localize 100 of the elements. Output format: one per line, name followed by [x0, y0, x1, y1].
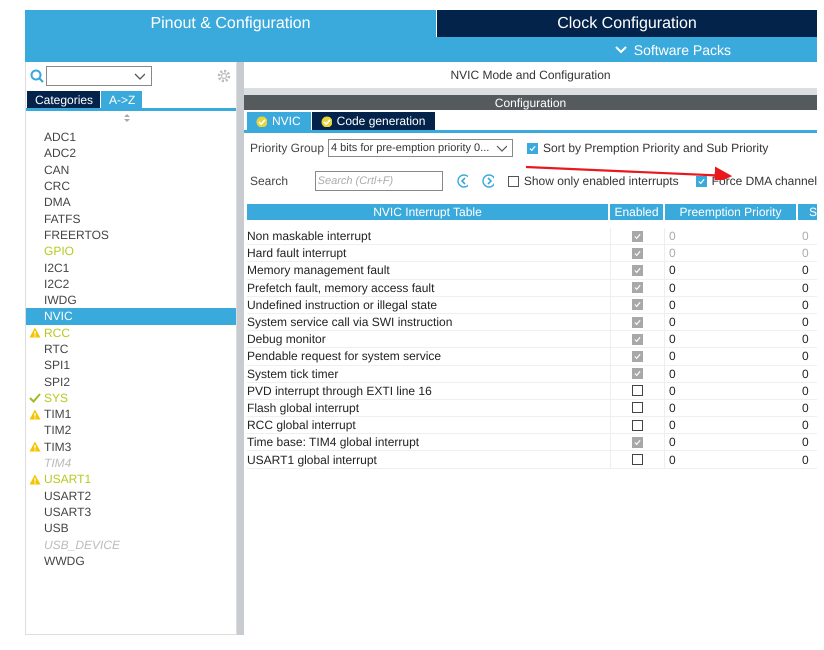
sidebar-item[interactable]: SPI1 [26, 357, 236, 374]
sidebar-item[interactable]: ADC2 [26, 145, 236, 162]
table-cell-text: 0 [801, 348, 810, 364]
checkbox-label: Sort by Premption Priority and Sub Priority [543, 141, 768, 155]
table-cell-text: 0 [668, 452, 677, 468]
table-cell-text: 0 [668, 400, 677, 416]
field-label: Priority Group [250, 141, 326, 155]
checkbox[interactable] [632, 230, 643, 242]
table-cell-text: Non maskable interrupt [247, 228, 372, 244]
checkbox[interactable] [632, 368, 643, 380]
sidebar-item[interactable]: TIM2 [26, 422, 236, 439]
tab[interactable]: Code generation [312, 112, 436, 130]
table-cell-text: 0 [801, 296, 810, 313]
table-cell-text: Memory management fault [247, 262, 391, 279]
checkbox[interactable] [527, 142, 538, 154]
table-cell-text: 0 [668, 366, 677, 382]
table-cell-text: 0 [668, 314, 677, 330]
sidebar-item[interactable]: CAN [26, 162, 236, 178]
section-header: Configuration [244, 95, 817, 110]
table-cell-text: 0 [668, 245, 677, 262]
checkbox[interactable] [632, 436, 643, 448]
table-cell-text: Hard fault interrupt [247, 245, 348, 262]
checkbox-label: Show only enabled interrupts [524, 174, 679, 188]
tab[interactable]: Categories [27, 91, 100, 108]
table-cell-text: Time base: TIM4 global interrupt [247, 434, 420, 450]
column-header: Enabled [610, 204, 663, 220]
sidebar-item[interactable]: I2C1 [26, 259, 236, 276]
table-cell-text: 0 [668, 331, 677, 348]
sidebar-item[interactable]: WWDG [26, 552, 236, 570]
table-cell-text: 0 [801, 434, 810, 450]
checkbox[interactable] [632, 420, 643, 431]
checkbox[interactable] [632, 350, 643, 362]
warning-icon [29, 474, 41, 485]
sidebar-item[interactable]: USART3 [26, 504, 236, 520]
chevron-down-icon [134, 73, 145, 80]
table-cell-text: 0 [668, 296, 677, 313]
sidebar-item[interactable]: TIM1 [26, 406, 236, 422]
checkbox[interactable] [632, 454, 643, 466]
sidebar-item[interactable]: USART2 [26, 488, 236, 504]
checkbox[interactable] [632, 264, 643, 276]
table-cell-text: 0 [801, 417, 810, 434]
table-cell-text: 0 [668, 228, 677, 244]
table-cell-text: 0 [801, 262, 810, 279]
table-cell-text: System service call via SWI instruction [247, 314, 454, 330]
check-circle-icon [320, 116, 332, 126]
table-cell-text: Prefetch fault, memory access fault [247, 280, 436, 296]
checkbox[interactable] [632, 282, 643, 294]
sidebar-item[interactable]: TIM3 [26, 438, 236, 455]
table-cell-text: 0 [668, 417, 677, 434]
checkbox[interactable] [632, 316, 643, 328]
tab[interactable]: Clock Configuration [437, 10, 817, 37]
sidebar-item[interactable]: IWDG [26, 292, 236, 308]
sidebar-item[interactable]: FREERTOS [26, 226, 236, 244]
gear-icon [216, 68, 232, 84]
table-cell-text: 0 [801, 314, 810, 330]
search-field[interactable]: Search (Crtl+F) [314, 171, 443, 191]
previous-icon[interactable] [456, 174, 468, 188]
checkbox[interactable] [632, 402, 643, 414]
table-cell-text: 0 [668, 280, 677, 296]
checkbox[interactable] [696, 176, 707, 186]
table-cell-text: Pendable request for system service [247, 348, 442, 364]
table-cell-text: 0 [801, 245, 810, 262]
checkmark-icon [29, 392, 41, 404]
chevron-down-icon [496, 145, 507, 152]
sidebar-item[interactable]: SPI2 [26, 373, 236, 390]
table-cell-text: 0 [668, 262, 677, 279]
search-icon [30, 69, 44, 83]
table-cell-text: 0 [668, 382, 677, 399]
table-cell-text: RCC global interrupt [247, 417, 357, 434]
table-cell-text: 0 [801, 331, 810, 348]
table-cell-text: Debug monitor [247, 331, 327, 348]
column-header: S [798, 204, 817, 220]
sidebar-item[interactable]: FATFS [26, 210, 236, 227]
checkbox[interactable] [632, 299, 643, 310]
table-cell-text: 0 [801, 382, 810, 399]
sidebar-item[interactable]: RTC [26, 340, 236, 358]
checkbox[interactable] [632, 334, 643, 345]
checkbox[interactable] [632, 385, 643, 396]
sidebar-item[interactable]: ADC1 [26, 129, 236, 146]
sort-arrows-icon [123, 113, 131, 123]
field-label: Search [250, 174, 290, 188]
check-circle-icon [256, 116, 267, 126]
checkbox[interactable] [632, 248, 643, 259]
table-cell-text: 0 [801, 228, 810, 244]
sidebar-item[interactable]: CRC [26, 178, 236, 194]
priority-group-dropdown[interactable]: 4 bits for pre-emption priority 0... [328, 139, 513, 157]
checkbox[interactable] [508, 176, 519, 186]
next-icon[interactable] [482, 174, 494, 188]
sidebar-item[interactable]: I2C2 [26, 276, 236, 292]
sidebar-item[interactable]: DMA [26, 194, 236, 210]
warning-icon [29, 327, 41, 338]
table-cell-text: Flash global interrupt [247, 400, 360, 416]
table-cell-text: 0 [801, 280, 810, 296]
table-cell-text: 0 [801, 400, 810, 416]
search-combo-field[interactable] [46, 66, 152, 86]
table-cell-text: USART1 global interrupt [247, 452, 378, 468]
sidebar-item[interactable]: USB [26, 520, 236, 536]
table-cell-text: 0 [801, 366, 810, 382]
warning-icon [29, 441, 41, 452]
column-header: NVIC Interrupt Table [247, 204, 608, 220]
